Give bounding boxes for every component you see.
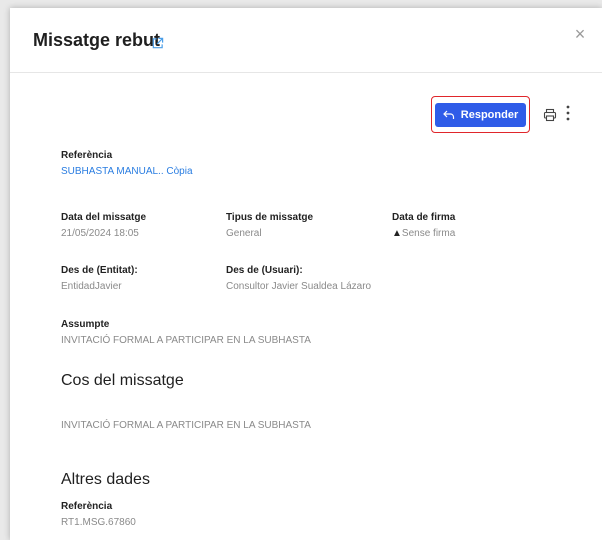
data-firma-row: ▲Sense firma: [392, 227, 455, 241]
field-assumpte: Assumpte INVITACIÓ FORMAL A PARTICIPAR E…: [61, 318, 311, 348]
reply-button-label: Responder: [460, 109, 519, 121]
field-des-usuari: Des de (Usuari): Consultor Javier Sualde…: [226, 264, 371, 294]
des-entitat-value: EntidadJavier: [61, 281, 122, 292]
tipus-missatge-value: General: [226, 228, 262, 239]
field-des-entitat: Des de (Entitat): EntidadJavier: [61, 264, 138, 294]
assumpte-label: Assumpte: [61, 319, 110, 330]
dialog-title: Missatge rebut: [33, 30, 161, 50]
des-usuari-label: Des de (Usuari):: [226, 265, 303, 276]
message-dialog: Missatge rebut × Responder Referència SU…: [10, 8, 602, 540]
warning-icon: ▲: [392, 228, 402, 239]
close-icon[interactable]: ×: [570, 24, 590, 44]
external-link-icon[interactable]: [151, 37, 164, 50]
field-data-firma: Data de firma ▲Sense firma: [392, 211, 455, 241]
field-referencia: Referència SUBHASTA MANUAL.. Còpia: [61, 149, 193, 179]
data-firma-value: Sense firma: [401, 228, 456, 239]
dialog-header: Missatge rebut ×: [10, 8, 602, 73]
data-missatge-value: 21/05/2024 18:05: [61, 228, 139, 239]
message-body: INVITACIÓ FORMAL A PARTICIPAR EN LA SUBH…: [61, 420, 311, 431]
field-tipus-missatge: Tipus de missatge General: [226, 211, 313, 241]
referencia-label: Referència: [61, 150, 113, 161]
altres-referencia-value: RT1.MSG.67860: [61, 517, 136, 528]
des-usuari-value: Consultor Javier Sualdea Lázaro: [226, 281, 372, 292]
assumpte-value: INVITACIÓ FORMAL A PARTICIPAR EN LA SUBH…: [61, 335, 311, 346]
section-title-cos: Cos del missatge: [61, 372, 184, 389]
more-vertical-icon[interactable]: [565, 104, 571, 122]
des-entitat-label: Des de (Entitat):: [61, 265, 138, 276]
tipus-missatge-label: Tipus de missatge: [226, 212, 314, 223]
reply-button[interactable]: Responder: [435, 103, 526, 127]
field-data-missatge: Data del missatge 21/05/2024 18:05: [61, 211, 146, 241]
altres-referencia-label: Referència: [61, 501, 113, 512]
printer-icon[interactable]: [543, 108, 557, 122]
referencia-link[interactable]: SUBHASTA MANUAL.. Còpia: [61, 165, 193, 179]
data-firma-label: Data de firma: [392, 212, 456, 223]
data-missatge-label: Data del missatge: [61, 212, 147, 223]
field-altres-referencia: Referència RT1.MSG.67860: [61, 500, 136, 530]
reply-icon: [442, 110, 454, 119]
section-title-altres: Altres dades: [61, 471, 150, 488]
